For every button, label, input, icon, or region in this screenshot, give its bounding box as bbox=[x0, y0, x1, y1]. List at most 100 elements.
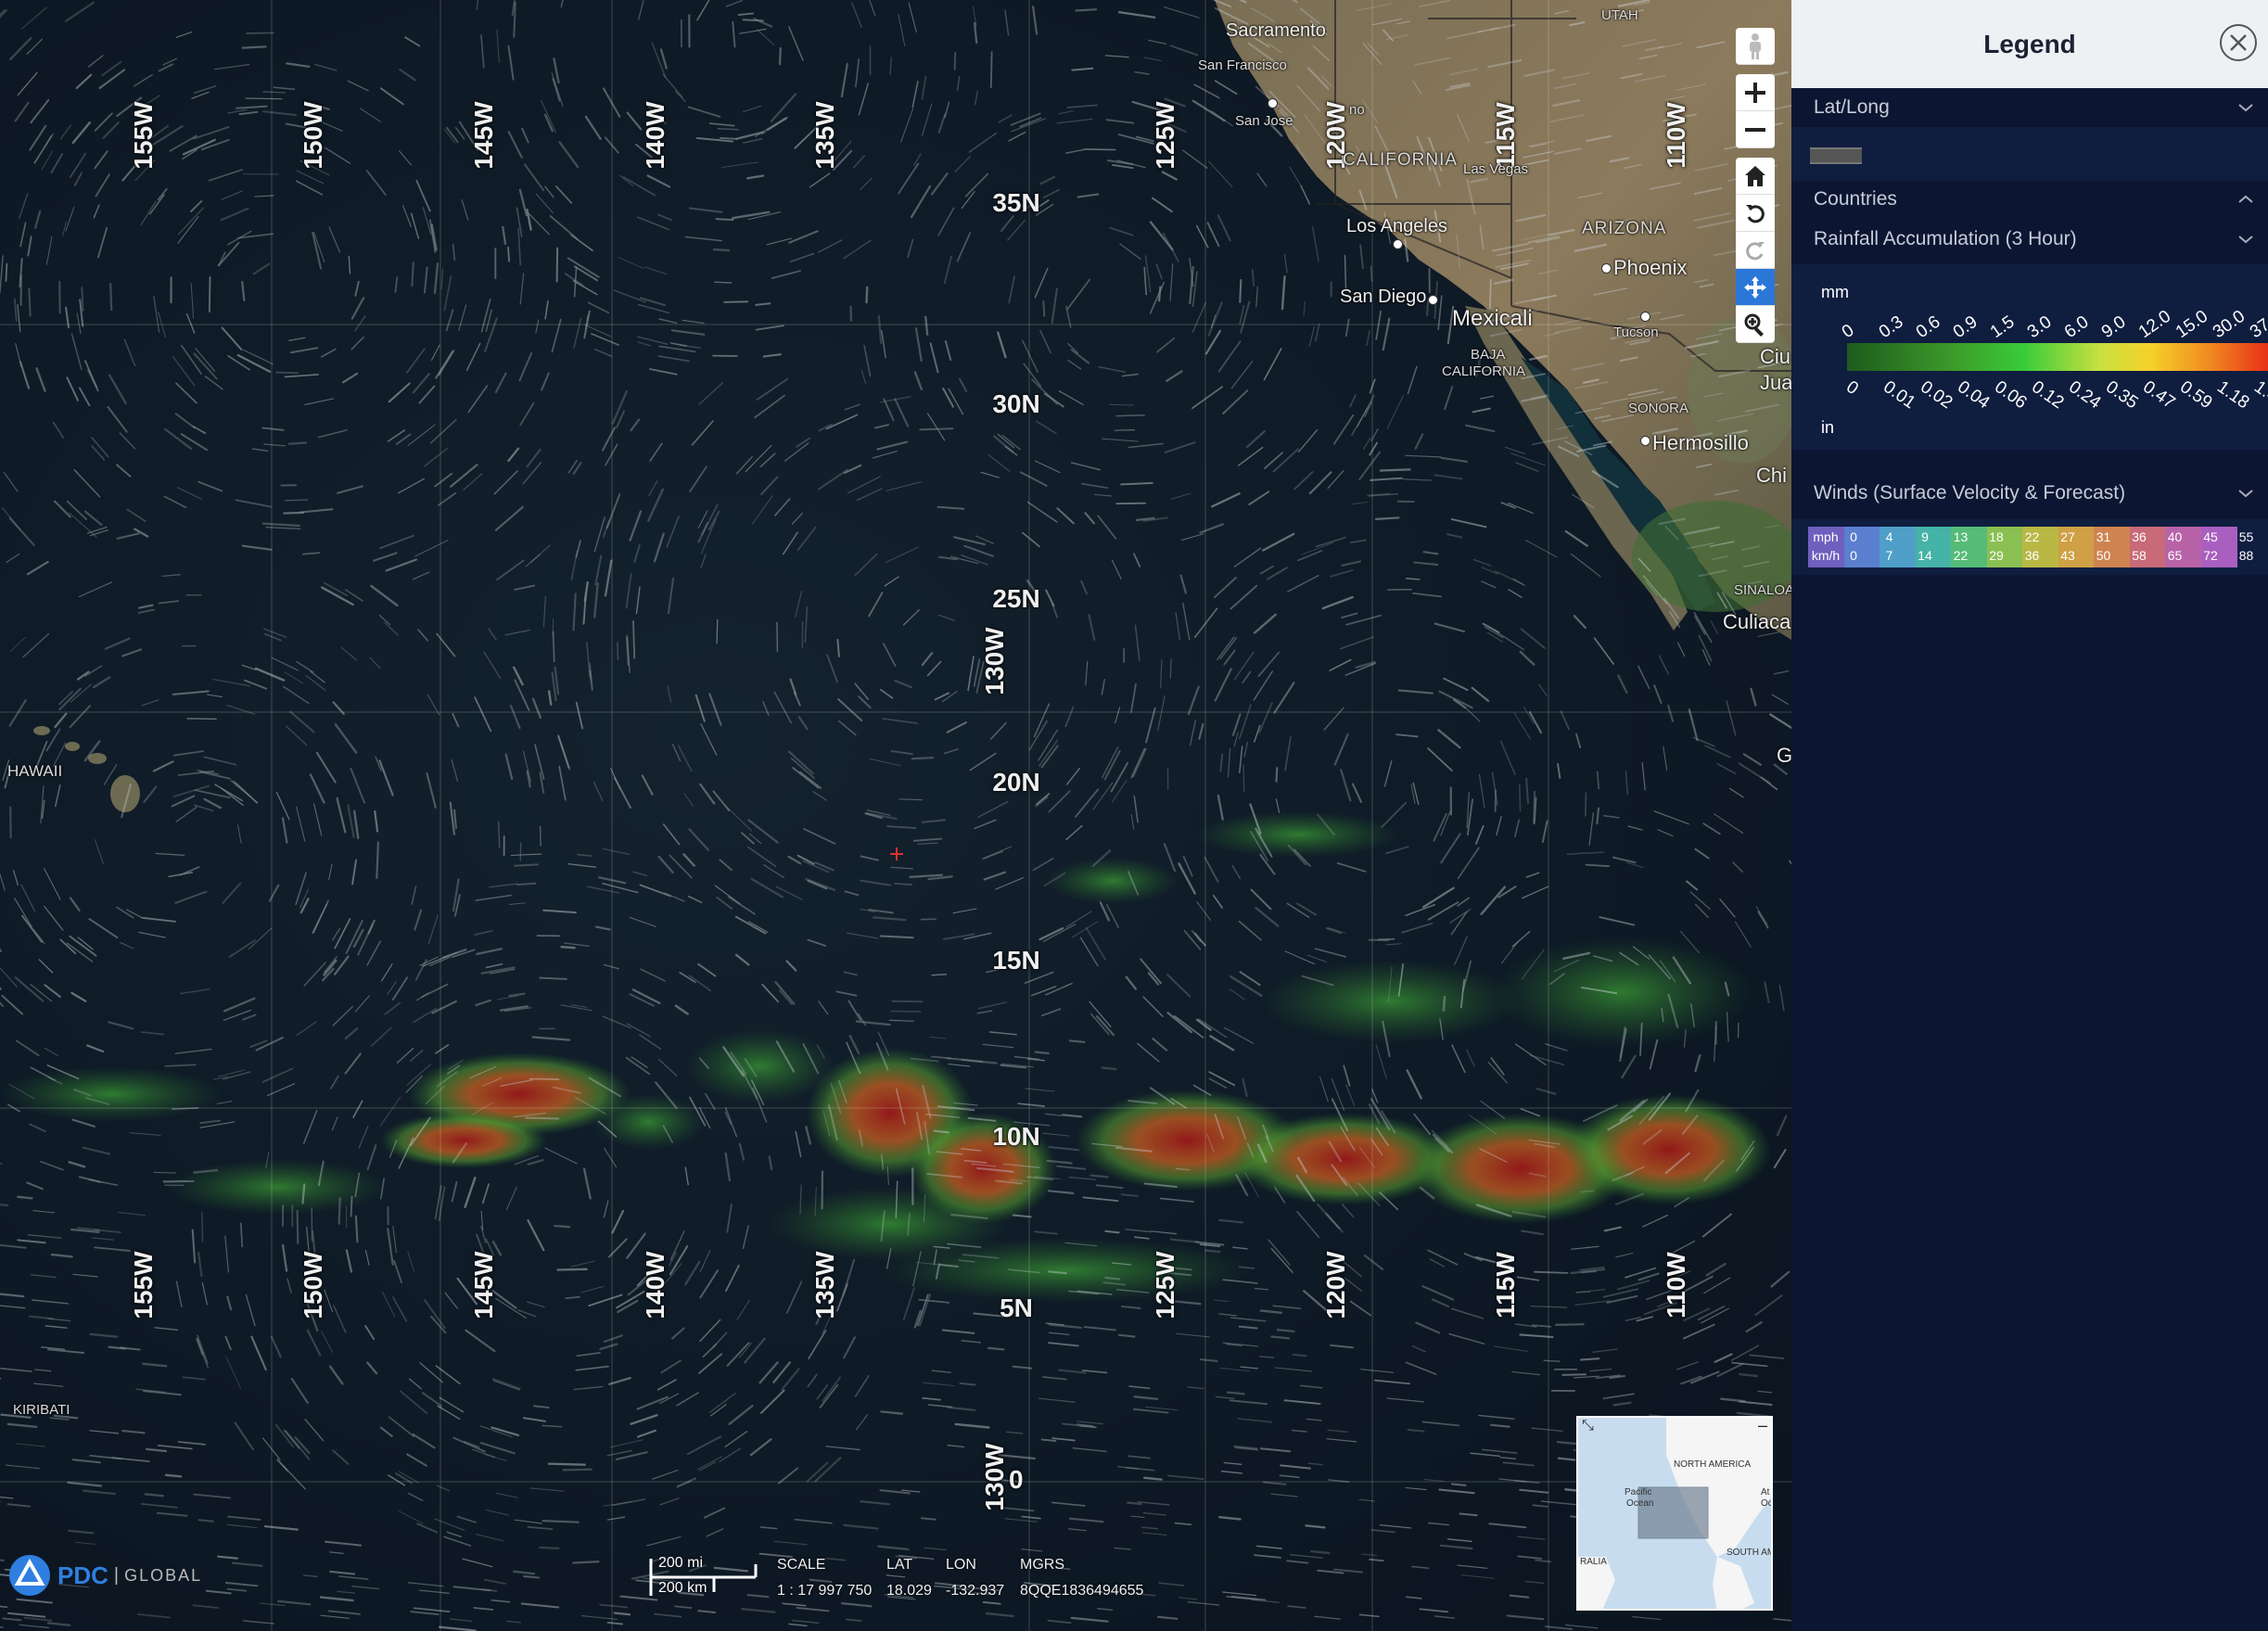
wind-streak bbox=[1686, 880, 1699, 891]
wind-streak bbox=[603, 1501, 632, 1507]
wind-streak bbox=[785, 1281, 803, 1314]
wind-streak bbox=[116, 532, 140, 540]
wind-streak bbox=[252, 262, 271, 275]
wind-streak bbox=[728, 1404, 754, 1425]
wind-streak bbox=[1120, 1193, 1139, 1197]
wind-streak bbox=[1148, 39, 1167, 45]
rainfall-in-tick: 0.01 bbox=[1879, 377, 1918, 413]
wind-streak bbox=[901, 1489, 921, 1493]
legend-header: Legend bbox=[1791, 0, 2268, 88]
wind-streak bbox=[0, 1625, 4, 1628]
wind-streak bbox=[366, 1361, 378, 1375]
wind-streak bbox=[1010, 112, 1041, 126]
section-countries[interactable]: Countries bbox=[1791, 181, 2268, 218]
wind-streak bbox=[1217, 340, 1242, 373]
wind-streak bbox=[522, 462, 542, 485]
section-winds[interactable]: Winds (Surface Velocity & Forecast) bbox=[1791, 475, 2268, 512]
wind-streak bbox=[145, 1447, 168, 1453]
wind-streak bbox=[1280, 1464, 1311, 1470]
wind-streak bbox=[699, 783, 716, 805]
wind-streak bbox=[1130, 682, 1137, 713]
wind-streak bbox=[1075, 788, 1100, 818]
legend-close-button[interactable] bbox=[2220, 24, 2257, 61]
wind-streak bbox=[907, 238, 914, 259]
wind-streak bbox=[1494, 1345, 1528, 1352]
wind-streak bbox=[134, 528, 149, 538]
wind-streak bbox=[344, 1027, 359, 1040]
wind-streak bbox=[366, 1144, 377, 1171]
map-canvas bbox=[0, 0, 1791, 1631]
wind-streak bbox=[263, 1524, 299, 1531]
wind-streak bbox=[411, 261, 414, 287]
wind-streak bbox=[193, 804, 214, 812]
wind-streak bbox=[1593, 637, 1615, 665]
wind-streak bbox=[1457, 847, 1480, 880]
wind-streak bbox=[1541, 820, 1548, 843]
wind-streak bbox=[983, 871, 1006, 881]
wind-streak bbox=[760, 1389, 785, 1414]
wind-streak bbox=[1446, 1538, 1472, 1543]
wind-streak bbox=[379, 87, 404, 106]
wind-streak bbox=[1259, 853, 1276, 875]
wind-streak bbox=[749, 1438, 772, 1457]
wind-streak bbox=[58, 687, 82, 711]
section-rainfall[interactable]: Rainfall Accumulation (3 Hour) bbox=[1791, 221, 2268, 258]
zoom-in-button[interactable] bbox=[1736, 74, 1775, 111]
wind-streak bbox=[408, 1378, 422, 1390]
wind-streak bbox=[467, 385, 489, 414]
wind-streak bbox=[1166, 370, 1183, 382]
pan-button[interactable] bbox=[1736, 269, 1775, 306]
wind-streak bbox=[1242, 670, 1252, 684]
wind-streak bbox=[837, 698, 863, 722]
rotate-right-button[interactable] bbox=[1736, 232, 1775, 269]
wind-streak bbox=[526, 1301, 545, 1308]
wind-streak bbox=[129, 1132, 161, 1136]
wind-streak bbox=[573, 1385, 604, 1391]
wind-streak bbox=[1204, 1249, 1221, 1254]
wind-streak bbox=[1220, 1470, 1243, 1474]
wind-streak bbox=[78, 581, 113, 598]
wind-streak bbox=[858, 695, 872, 709]
wind-streak bbox=[78, 1176, 102, 1183]
wind-streak bbox=[412, 373, 430, 394]
wind-streak bbox=[1089, 1013, 1110, 1036]
wind-streak bbox=[858, 83, 869, 116]
wind-streak bbox=[1358, 1613, 1380, 1618]
street-view-button[interactable] bbox=[1736, 28, 1775, 65]
wind-streak bbox=[1133, 1408, 1169, 1414]
wind-streak bbox=[1175, 612, 1181, 641]
wind-streak bbox=[748, 921, 769, 934]
pdc-global-logo[interactable]: PDC | GLOBAL bbox=[7, 1553, 202, 1598]
wind-streak bbox=[1364, 401, 1373, 417]
wind-streak bbox=[918, 1298, 950, 1304]
zoom-out-button[interactable] bbox=[1736, 111, 1775, 148]
wind-streak bbox=[603, 1334, 623, 1344]
wind-streak bbox=[461, 199, 469, 221]
wind-streak bbox=[29, 124, 47, 151]
wind-streak bbox=[384, 621, 399, 636]
map-view[interactable]: 155W 150W 145W 140W 135W 125W 120W 115W … bbox=[0, 0, 1791, 1631]
wind-streak bbox=[1179, 574, 1188, 594]
wind-streak bbox=[716, 897, 733, 910]
zoom-box-button[interactable] bbox=[1736, 306, 1775, 343]
wind-streak bbox=[1001, 434, 1021, 451]
minimap-expand-icon[interactable]: ⤡ bbox=[1582, 1418, 1594, 1434]
wind-streak bbox=[825, 1557, 847, 1561]
wind-streak bbox=[1602, 1288, 1639, 1298]
wind-streak bbox=[277, 1599, 312, 1606]
wind-streak bbox=[407, 1492, 424, 1502]
wind-streak bbox=[295, 872, 307, 906]
overview-minimap[interactable]: ⤡ – NORTH AMERICA Pacific Ocean SOUTH AM… bbox=[1576, 1416, 1773, 1611]
minimap-collapse-icon[interactable]: – bbox=[1758, 1418, 1767, 1435]
city-dot-san-diego bbox=[1428, 295, 1438, 305]
wind-streak bbox=[443, 1535, 472, 1547]
wind-streak bbox=[1459, 1512, 1478, 1517]
rotate-left-button[interactable] bbox=[1736, 195, 1775, 232]
wind-streak bbox=[379, 534, 414, 550]
wind-streak bbox=[637, 1429, 657, 1438]
wind-streak bbox=[1369, 441, 1379, 456]
home-button[interactable] bbox=[1736, 158, 1775, 195]
wind-streak bbox=[379, 1426, 393, 1437]
section-latlong[interactable]: Lat/Long bbox=[1791, 89, 2268, 126]
wind-streak bbox=[198, 771, 231, 780]
